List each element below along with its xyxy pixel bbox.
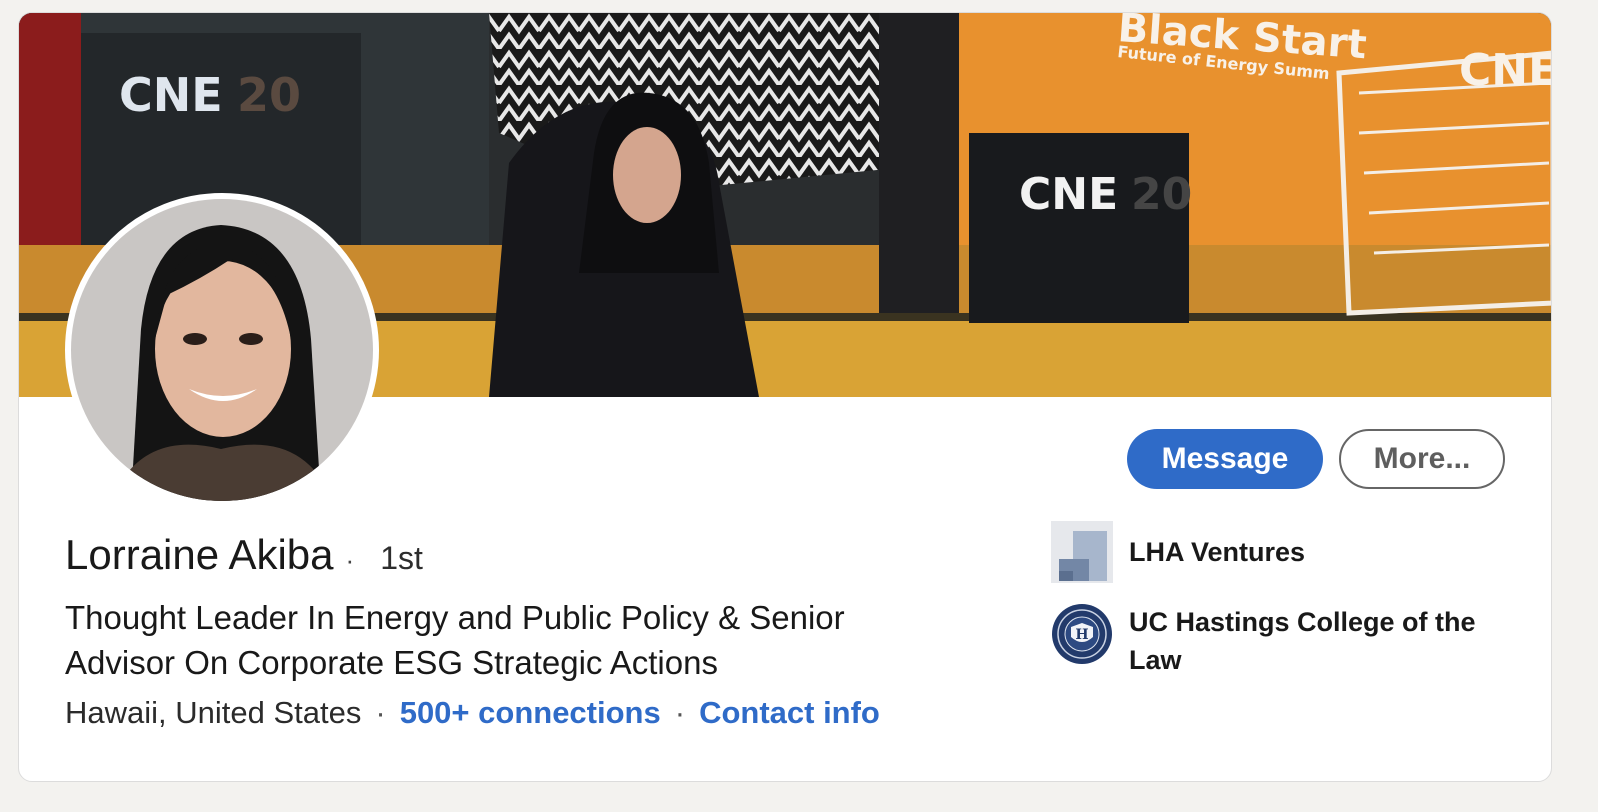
profile-name: Lorraine Akiba <box>65 531 334 578</box>
profile-headline: Thought Leader In Energy and Public Poli… <box>65 599 845 681</box>
profile-avatar[interactable] <box>65 193 379 507</box>
org-name: LHA Ventures <box>1129 537 1306 567</box>
connections-link[interactable]: 500+ connections <box>400 695 661 731</box>
org-item-lha-ventures[interactable]: LHA Ventures <box>1051 521 1521 583</box>
separator-dot: · <box>345 545 355 575</box>
profile-card: CNE 20 CNE 20 CNE Black Start Future of … <box>18 12 1552 782</box>
name-row: Lorraine Akiba · 1st <box>65 531 423 579</box>
more-button[interactable]: More... <box>1339 429 1505 489</box>
message-button[interactable]: Message <box>1127 429 1323 489</box>
profile-location: Hawaii, United States <box>65 695 362 730</box>
contact-info-link[interactable]: Contact info <box>699 695 880 731</box>
separator-dot: · <box>375 695 386 730</box>
banner-sign-far-right: CNE <box>1459 45 1552 96</box>
connection-degree: 1st <box>380 540 423 576</box>
lha-ventures-logo-icon <box>1051 521 1113 583</box>
uc-hastings-seal-icon: H <box>1051 603 1113 665</box>
banner-sign-left: CNE <box>119 68 223 122</box>
banner-sign-right-faded: 20 <box>1131 169 1192 220</box>
profile-meta: Hawaii, United States · 500+ connections… <box>65 695 880 731</box>
profile-actions: Message More... <box>1127 429 1505 489</box>
organizations-list: LHA Ventures H UC Hastings College of th… <box>1051 521 1521 699</box>
uc-hastings-seal-letter: H <box>1075 627 1088 643</box>
org-item-uc-hastings[interactable]: H UC Hastings College of the Law <box>1051 603 1521 679</box>
org-name: UC Hastings College of the Law <box>1129 607 1476 675</box>
separator-dot: · <box>674 695 686 730</box>
banner-sign-left-faded: 20 <box>237 68 301 122</box>
banner-sign-right: CNE <box>1019 169 1118 220</box>
